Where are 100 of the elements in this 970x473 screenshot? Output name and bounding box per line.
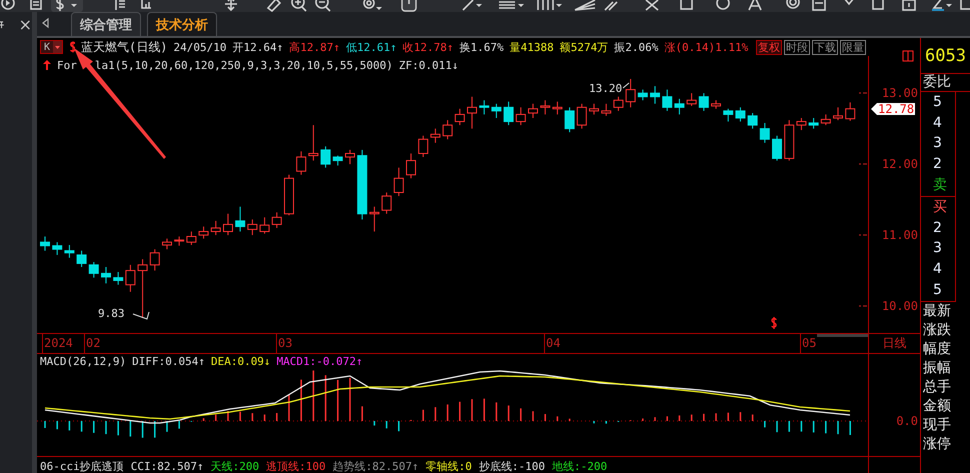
indicator-value: 趋势线:82.507↑: [332, 458, 419, 473]
stat-label: 涨跌: [923, 321, 952, 340]
line-tool-icon[interactable]: [461, 0, 483, 12]
candlestick: [442, 120, 453, 140]
zoom-out-icon[interactable]: [315, 0, 331, 12]
date-label: 04: [544, 334, 560, 353]
sell-level: 3: [933, 135, 943, 152]
candlestick: [308, 124, 318, 162]
price-label: 10.00: [882, 300, 918, 312]
date-label: 03: [276, 334, 292, 353]
text-lines-icon[interactable]: [497, 0, 525, 12]
scrollbar[interactable]: [817, 334, 868, 337]
indicator-value: DIFF:0.054↑: [132, 354, 205, 368]
indicator-value: 天线:200: [210, 458, 260, 473]
indicator-value: 06-cci抄底逃顶: [40, 458, 124, 473]
candlestick: [235, 206, 246, 232]
stat-label: 幅度: [923, 340, 952, 359]
tick-mark: [859, 305, 867, 308]
quote-value: 高12.87↑: [289, 40, 340, 54]
quote-value: 换1.67%: [459, 40, 504, 54]
fan-icon[interactable]: [573, 0, 597, 12]
date-label: 05: [800, 334, 816, 353]
candlestick: [528, 103, 538, 118]
sell-level: 5: [933, 94, 943, 111]
close-button[interactable]: ×: [18, 17, 32, 33]
date-text: 24/05/10: [173, 40, 226, 54]
candlestick: [650, 86, 660, 104]
s-marker-icon: [69, 41, 76, 53]
quote-value: 量41388: [510, 40, 554, 54]
up-arrow-icon: [43, 60, 51, 70]
play-icon[interactable]: [1, 0, 15, 12]
zoom-in-icon[interactable]: [291, 0, 307, 12]
quote-value: 振2.06%: [614, 40, 658, 54]
pin-icon[interactable]: [0, 19, 5, 31]
buy-level: 4: [933, 261, 943, 278]
stat-label: 金额: [923, 397, 952, 416]
quote-value: 涨(0.14)1.11%: [664, 40, 748, 54]
quote-value: 低12.61↑: [346, 40, 397, 54]
window-toggle-icon[interactable]: [902, 50, 914, 62]
save-icon[interactable]: [811, 0, 827, 12]
candlestick: [138, 258, 148, 319]
move-icon[interactable]: [223, 0, 239, 12]
zf-value: ZF:0.011↓: [398, 58, 458, 72]
quote-value: 收12.78↑: [402, 40, 454, 54]
candlestick: [430, 128, 440, 144]
quote-value: 开12.64↑: [232, 40, 284, 54]
chart-button[interactable]: 限量: [840, 40, 866, 54]
formula-text: la1(5,10,20,60,120,250,9,3,3,20,10,5,55,5000): [94, 58, 393, 72]
stat-label: 现手: [923, 416, 952, 435]
ratio-label: 委比: [921, 74, 970, 92]
indicator-value: 抄底线:-100: [478, 458, 545, 473]
stat-label: 涨停: [923, 435, 952, 454]
candlestick: [467, 96, 477, 130]
indicator-value: 逃顶线:100: [266, 458, 326, 473]
list-icon[interactable]: [29, 0, 43, 12]
letter-icon[interactable]: [747, 0, 763, 12]
bars-icon[interactable]: [535, 0, 563, 12]
indicator-value: MACD(26,12,9): [40, 354, 126, 368]
stock-title: 蓝天燃气(日线): [81, 38, 168, 56]
indicator-value: 零轴线:0: [426, 458, 472, 473]
tick-mark: [859, 234, 867, 236]
buy-level: 5: [933, 282, 943, 300]
period-dropdown[interactable]: K: [40, 40, 64, 54]
tab[interactable]: 技术分析: [147, 12, 217, 36]
date-label: 2024: [42, 334, 73, 353]
indicator-value: CCI:82.507↑: [130, 460, 204, 472]
formula-text: For: [57, 58, 77, 72]
underline-icon[interactable]: [931, 0, 953, 12]
axis-label: 0.0: [896, 415, 918, 427]
tab[interactable]: 综合管理: [71, 12, 141, 36]
date-label: 02: [84, 334, 100, 353]
indicator-value: 地线:-200: [552, 458, 608, 473]
chart-icon[interactable]: [139, 0, 153, 12]
quote-value: 额5274万: [560, 40, 608, 54]
gear-icon[interactable]: [361, 0, 383, 12]
price-label: 13.00: [882, 87, 918, 100]
chart-button[interactable]: 复权: [756, 40, 782, 54]
list-icon[interactable]: [113, 0, 127, 12]
chart-button[interactable]: 时段: [784, 40, 810, 54]
buy-level: 2: [933, 220, 943, 237]
sell-level: 4: [933, 114, 943, 132]
dollar-dropdown[interactable]: [51, 0, 83, 12]
candlestick: [674, 98, 684, 115]
candlestick: [186, 231, 196, 246]
stock-code: 6053: [921, 38, 970, 74]
candlestick: [369, 206, 380, 232]
buy-level: 3: [933, 240, 943, 258]
tick-mark: [859, 163, 867, 166]
s-marker-icon: [771, 316, 777, 330]
tick-mark: [859, 92, 867, 94]
stat-label: 最新: [923, 302, 952, 321]
indicator-value: MACD1:-0.072↑: [276, 354, 363, 368]
sell-label: 卖: [933, 177, 948, 194]
tag-pointer-icon: [871, 102, 877, 115]
sell-level: 2: [933, 156, 943, 174]
chart-button[interactable]: 下载: [812, 40, 838, 54]
candlestick: [101, 266, 111, 284]
price-label: 12.00: [882, 158, 918, 170]
stat-label: 振幅: [923, 359, 952, 378]
buy-label: 买: [933, 198, 948, 216]
